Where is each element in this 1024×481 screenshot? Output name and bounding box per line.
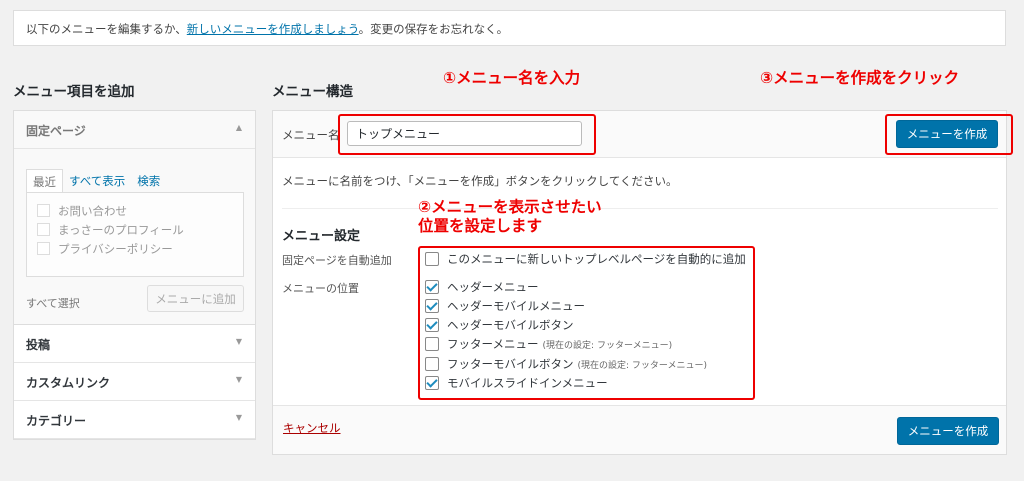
add-menu-items-title: メニュー項目を追加 (13, 84, 135, 100)
menu-structure-title: メニュー構造 (272, 84, 353, 100)
annotation-step-1: ①メニュー名を入力 (443, 69, 581, 87)
create-menu-button-bottom[interactable]: メニューを作成 (897, 417, 999, 445)
page-label: まっさーのプロフィール (58, 222, 184, 237)
divider (282, 208, 998, 209)
create-new-menu-link[interactable]: 新しいメニューを作成しましょう (187, 22, 359, 36)
annotation-step-2-line-2: 位置を設定します (418, 217, 543, 235)
accordion-categories-label: カテゴリー (26, 414, 87, 428)
chevron-up-icon: ▲ (235, 123, 242, 132)
highlight-location-options (418, 246, 755, 400)
accordion-posts-label: 投稿 (26, 338, 51, 352)
chevron-down-icon: ▼ (235, 337, 242, 346)
page-checkbox[interactable] (37, 223, 50, 236)
chevron-down-icon: ▼ (235, 375, 242, 384)
add-menu-items-panel: 固定ページ ▲ 最近 すべて表示 検索 お問い合わせ まっさーのプロフィール プ… (13, 110, 256, 440)
page-checkbox[interactable] (37, 242, 50, 255)
tab-recent[interactable]: 最近 (26, 169, 63, 194)
list-item[interactable]: お問い合わせ (37, 201, 233, 220)
recent-pages-list: お問い合わせ まっさーのプロフィール プライバシーポリシー (26, 192, 244, 277)
page-label: プライバシーポリシー (58, 241, 173, 256)
tab-search[interactable]: 検索 (131, 169, 166, 194)
add-to-menu-button[interactable]: メニューに追加 (147, 285, 244, 312)
chevron-down-icon: ▼ (235, 413, 242, 422)
select-all-link[interactable]: すべて選択 (26, 295, 80, 311)
accordion-posts[interactable]: 投稿 ▼ (14, 325, 255, 363)
menu-name-label: メニュー名 (282, 128, 340, 142)
notice-text-before: 以下のメニューを編集するか、 (26, 22, 187, 36)
menu-location-label: メニューの位置 (282, 282, 359, 295)
auto-add-pages-label: 固定ページを自動追加 (282, 254, 392, 267)
menu-settings-title: メニュー設定 (282, 229, 361, 244)
accordion-custom-links[interactable]: カスタムリンク ▼ (14, 363, 255, 401)
notice-text-after: 。変更の保存をお忘れなく。 (358, 22, 509, 36)
cancel-link[interactable]: キャンセル (283, 420, 341, 436)
notice-bar: 以下のメニューを編集するか、新しいメニューを作成しましょう。変更の保存をお忘れな… (13, 10, 1006, 46)
list-item[interactable]: まっさーのプロフィール (37, 220, 233, 239)
tab-show-all[interactable]: すべて表示 (63, 169, 131, 194)
menu-instructions: メニューに名前をつけ、「メニューを作成」ボタンをクリックしてください。 (282, 174, 678, 188)
accordion-fixed-pages[interactable]: 固定ページ ▲ (14, 111, 255, 149)
accordion-fixed-pages-label: 固定ページ (26, 124, 86, 138)
menu-footer: キャンセル メニューを作成 (273, 405, 1006, 454)
page-label: お問い合わせ (58, 203, 127, 218)
list-item[interactable]: プライバシーポリシー (37, 239, 233, 258)
accordion-categories[interactable]: カテゴリー ▼ (14, 401, 255, 439)
annotation-step-2-line-1: ②メニューを表示させたい (418, 198, 602, 216)
fixed-pages-tabs: 最近 すべて表示 検索 (26, 169, 166, 194)
highlight-create-button (885, 114, 1013, 155)
fixed-pages-body: 最近 すべて表示 検索 お問い合わせ まっさーのプロフィール プライバシーポリシ… (14, 149, 255, 325)
annotation-step-3: ③メニューを作成をクリック (760, 69, 960, 87)
accordion-custom-links-label: カスタムリンク (26, 376, 111, 390)
page-checkbox[interactable] (37, 204, 50, 217)
highlight-menu-name (338, 114, 596, 155)
